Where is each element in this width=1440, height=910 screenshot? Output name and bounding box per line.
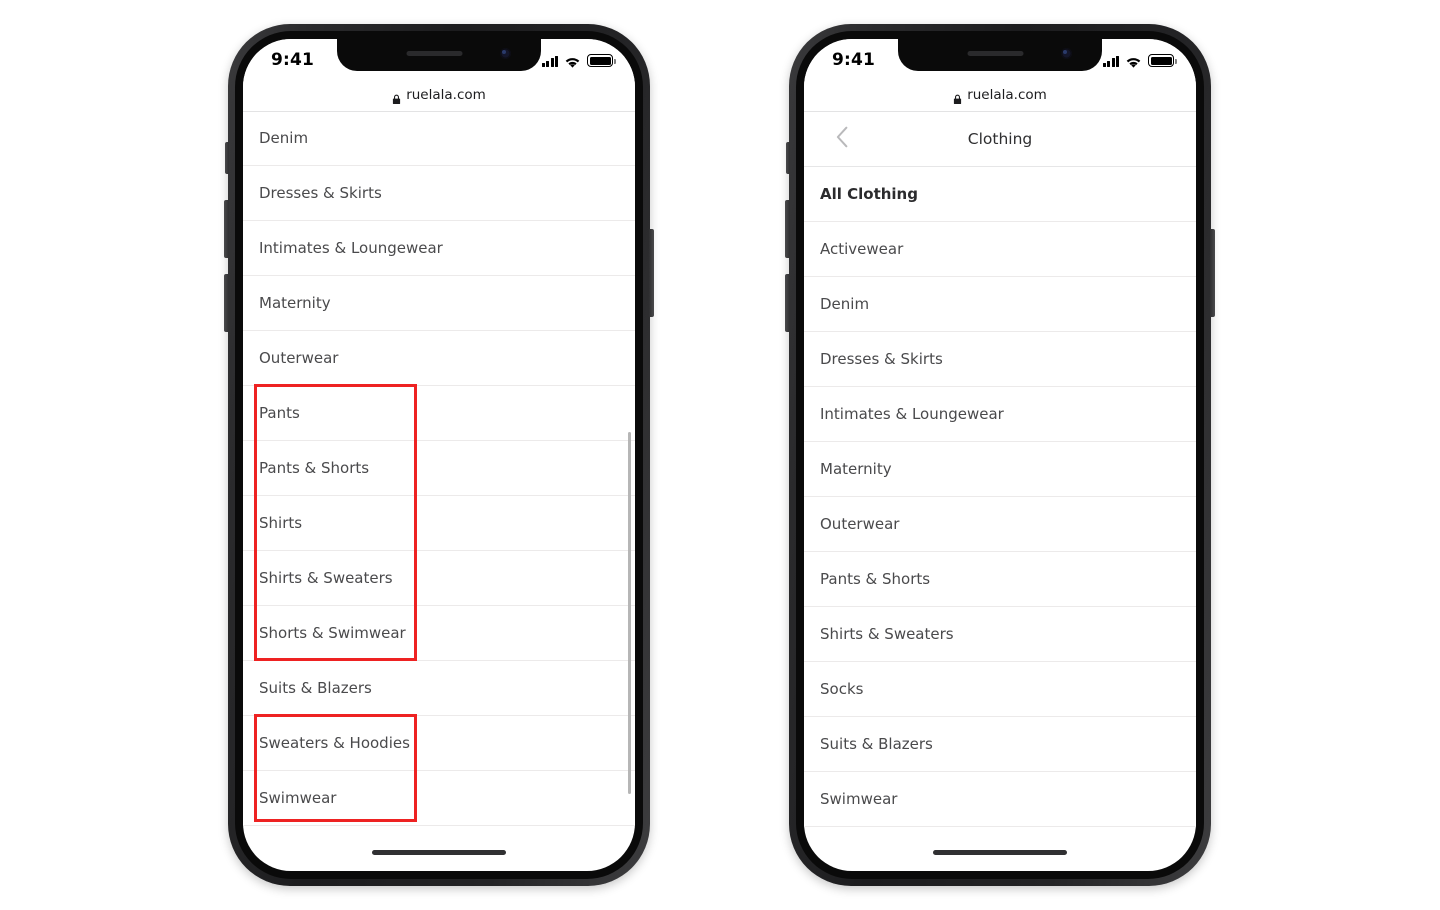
- volume-down-button[interactable]: [224, 274, 229, 332]
- list-item[interactable]: Maternity: [804, 442, 1196, 497]
- list-item-label: Sweaters & Hoodies: [259, 734, 410, 752]
- list-item-label: Shirts & Sweaters: [820, 625, 954, 643]
- list-item[interactable]: Pants & Shorts: [804, 552, 1196, 607]
- page-nav-header: Clothing: [804, 112, 1196, 167]
- volume-up-button[interactable]: [785, 200, 790, 258]
- earpiece-speaker-icon: [967, 51, 1024, 56]
- list-item-label: Swimwear: [820, 790, 898, 808]
- wifi-icon: [1125, 54, 1142, 68]
- list-item[interactable]: Sweaters & Hoodies: [243, 716, 635, 771]
- phone-device-right: 9:41 ruelala.com Clothing All Clothing A…: [785, 24, 1215, 886]
- list-item[interactable]: Pants & Shorts: [243, 441, 635, 496]
- notch: [337, 39, 541, 71]
- cellular-signal-icon: [1102, 55, 1119, 67]
- list-item-label: Outerwear: [820, 515, 900, 533]
- list-item-label: Maternity: [259, 294, 331, 312]
- list-item[interactable]: Denim: [804, 277, 1196, 332]
- category-list-left[interactable]: Denim Dresses & Skirts Intimates & Loungew…: [243, 111, 635, 826]
- list-item-label: Outerwear: [259, 349, 339, 367]
- status-icons: [541, 51, 616, 68]
- notch: [898, 39, 1102, 71]
- list-item[interactable]: Maternity: [243, 276, 635, 331]
- mute-switch-button[interactable]: [225, 142, 229, 174]
- list-item-label: Shorts & Swimwear: [259, 624, 406, 642]
- list-item[interactable]: Outerwear: [804, 497, 1196, 552]
- list-item[interactable]: Shorts & Swimwear: [243, 606, 635, 661]
- list-item-label: Shirts: [259, 514, 303, 532]
- phone-screen-right: 9:41 ruelala.com Clothing All Clothing A…: [804, 39, 1196, 871]
- browser-url-bar[interactable]: ruelala.com: [243, 79, 635, 112]
- status-icons: [1102, 51, 1177, 68]
- list-item[interactable]: Shirts: [243, 496, 635, 551]
- list-item-label: Shirts & Sweaters: [259, 569, 393, 587]
- list-item[interactable]: Shirts & Sweaters: [243, 551, 635, 606]
- list-item-label: Intimates & Loungewear: [259, 239, 443, 257]
- cellular-signal-icon: [541, 55, 558, 67]
- url-text: ruelala.com: [406, 87, 486, 103]
- back-button[interactable]: [820, 112, 864, 166]
- list-item[interactable]: Swimwear: [243, 771, 635, 826]
- list-item[interactable]: Socks: [804, 662, 1196, 717]
- list-item[interactable]: Activewear: [804, 222, 1196, 277]
- vertical-scrollbar[interactable]: [628, 432, 631, 794]
- category-list-right[interactable]: All Clothing Activewear Denim Dresses & Ski…: [804, 167, 1196, 827]
- phone-device-left: 9:41 ruelala.com Denim Dresses & Skirts In…: [224, 24, 654, 886]
- volume-down-button[interactable]: [785, 274, 790, 332]
- lock-icon: [392, 90, 401, 104]
- wifi-icon: [564, 54, 581, 68]
- list-item-label: Pants & Shorts: [259, 459, 370, 477]
- power-button[interactable]: [649, 229, 654, 317]
- list-item-label: Suits & Blazers: [820, 735, 933, 753]
- list-item-label: All Clothing: [820, 185, 918, 203]
- list-item-label: Denim: [820, 295, 870, 313]
- list-item[interactable]: Intimates & Loungewear: [804, 387, 1196, 442]
- list-item-label: Socks: [820, 680, 864, 698]
- list-item-label: Swimwear: [259, 789, 337, 807]
- browser-url-bar[interactable]: ruelala.com: [804, 79, 1196, 112]
- list-item[interactable]: Outerwear: [243, 331, 635, 386]
- battery-icon: [1148, 54, 1177, 67]
- list-item-label: Dresses & Skirts: [259, 184, 382, 202]
- list-item-label: Dresses & Skirts: [820, 350, 943, 368]
- list-item[interactable]: Pants: [243, 386, 635, 441]
- lock-icon: [953, 90, 962, 104]
- list-item[interactable]: Suits & Blazers: [243, 661, 635, 716]
- category-list-scroll-area-left[interactable]: Denim Dresses & Skirts Intimates & Loungew…: [243, 111, 635, 826]
- list-item-label: Intimates & Loungewear: [820, 405, 1004, 423]
- page-title: Clothing: [967, 130, 1033, 148]
- front-camera-icon: [500, 48, 511, 59]
- chevron-left-icon: [834, 125, 851, 153]
- list-item[interactable]: All Clothing: [804, 167, 1196, 222]
- battery-icon: [587, 54, 616, 67]
- mute-switch-button[interactable]: [786, 142, 790, 174]
- list-item[interactable]: Swimwear: [804, 772, 1196, 827]
- home-indicator[interactable]: [933, 850, 1067, 855]
- list-item-label: Suits & Blazers: [259, 679, 372, 697]
- list-item[interactable]: Dresses & Skirts: [243, 166, 635, 221]
- power-button[interactable]: [1210, 229, 1215, 317]
- list-item[interactable]: Denim: [243, 111, 635, 166]
- category-list-scroll-area-right[interactable]: All Clothing Activewear Denim Dresses & Ski…: [804, 167, 1196, 827]
- list-item-label: Pants: [259, 404, 300, 422]
- status-time: 9:41: [832, 50, 876, 70]
- home-indicator[interactable]: [372, 850, 506, 855]
- status-time: 9:41: [271, 50, 315, 70]
- list-item[interactable]: Suits & Blazers: [804, 717, 1196, 772]
- url-text: ruelala.com: [967, 87, 1047, 103]
- earpiece-speaker-icon: [406, 51, 463, 56]
- list-item-label: Activewear: [820, 240, 904, 258]
- list-item[interactable]: Dresses & Skirts: [804, 332, 1196, 387]
- list-item-label: Denim: [259, 129, 309, 147]
- list-item-label: Pants & Shorts: [820, 570, 931, 588]
- front-camera-icon: [1061, 48, 1072, 59]
- list-item-label: Maternity: [820, 460, 892, 478]
- list-item[interactable]: Shirts & Sweaters: [804, 607, 1196, 662]
- volume-up-button[interactable]: [224, 200, 229, 258]
- phone-screen-left: 9:41 ruelala.com Denim Dresses & Skirts In…: [243, 39, 635, 871]
- list-item[interactable]: Intimates & Loungewear: [243, 221, 635, 276]
